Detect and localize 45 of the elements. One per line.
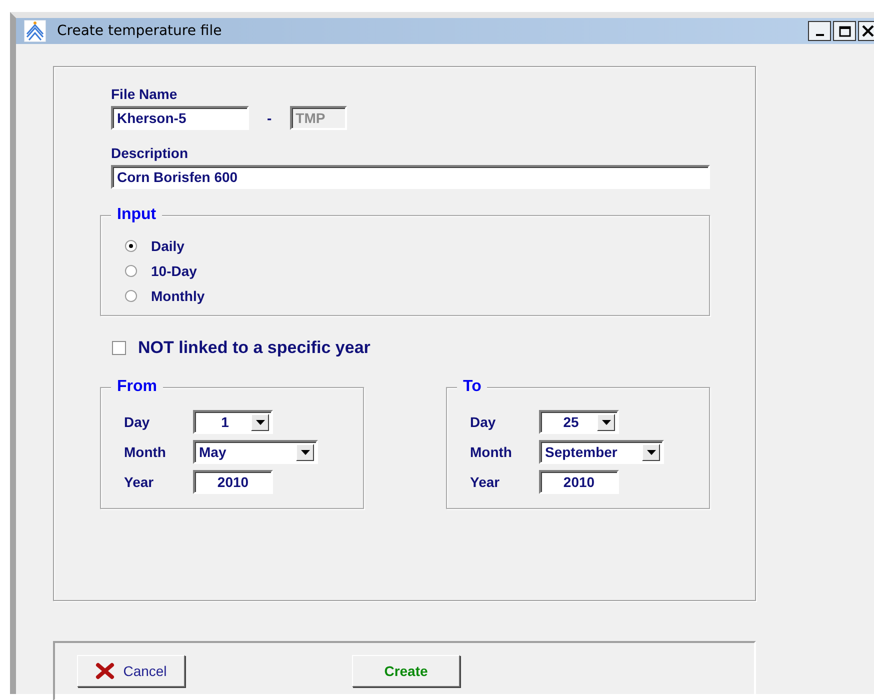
- create-button[interactable]: Create: [352, 655, 460, 687]
- caret-icon: [646, 450, 656, 454]
- radio-button[interactable]: [125, 264, 137, 276]
- maximize-icon: [838, 26, 850, 36]
- minimize-button[interactable]: [808, 21, 831, 41]
- field-label: Month: [470, 444, 513, 460]
- minimize-icon: [816, 34, 824, 36]
- group-title: Input: [111, 205, 162, 225]
- caret-icon: [602, 420, 610, 424]
- field-label: Day: [124, 414, 151, 430]
- month-dropdown[interactable]: May: [193, 440, 318, 464]
- field-label: Year: [470, 474, 501, 490]
- day-dropdown[interactable]: 1: [193, 410, 273, 434]
- cancel-button[interactable]: Cancel: [77, 655, 185, 687]
- radio-label[interactable]: 10-Day: [151, 262, 197, 278]
- dropdown-arrow-button[interactable]: [251, 414, 269, 430]
- app-icon: [24, 20, 46, 42]
- caret-icon: [300, 450, 310, 454]
- field-label: Description: [111, 146, 188, 161]
- radio-button[interactable]: [125, 240, 137, 252]
- year-field[interactable]: 2010: [193, 470, 273, 494]
- description-field[interactable]: Corn Borisfen 600: [111, 165, 710, 189]
- radio-label[interactable]: Monthly: [151, 288, 205, 304]
- close-icon: [862, 25, 874, 37]
- field-label: Year: [124, 474, 155, 490]
- dropdown-arrow-button[interactable]: [642, 444, 660, 460]
- dropdown-arrow-button[interactable]: [597, 414, 615, 430]
- year-field[interactable]: 2010: [539, 470, 619, 494]
- day-dropdown[interactable]: 25: [539, 410, 619, 434]
- file-name-field[interactable]: Kherson-5: [111, 106, 249, 130]
- window-title: Create temperature file: [57, 23, 223, 39]
- field-label: File Name: [111, 87, 178, 102]
- cross-icon: [95, 662, 116, 680]
- month-dropdown[interactable]: September: [539, 440, 664, 464]
- close-button[interactable]: [858, 21, 874, 41]
- maximize-button[interactable]: [833, 21, 856, 41]
- caret-icon: [256, 420, 264, 424]
- dropdown-arrow-button[interactable]: [296, 444, 314, 460]
- separator: -: [267, 110, 272, 126]
- radio-label[interactable]: Daily: [151, 238, 184, 254]
- field-label: Day: [470, 414, 497, 430]
- checkbox[interactable]: [112, 341, 126, 355]
- checkbox-label[interactable]: NOT linked to a specific year: [138, 338, 370, 358]
- field-label: Month: [124, 444, 167, 460]
- radio-button[interactable]: [125, 290, 137, 302]
